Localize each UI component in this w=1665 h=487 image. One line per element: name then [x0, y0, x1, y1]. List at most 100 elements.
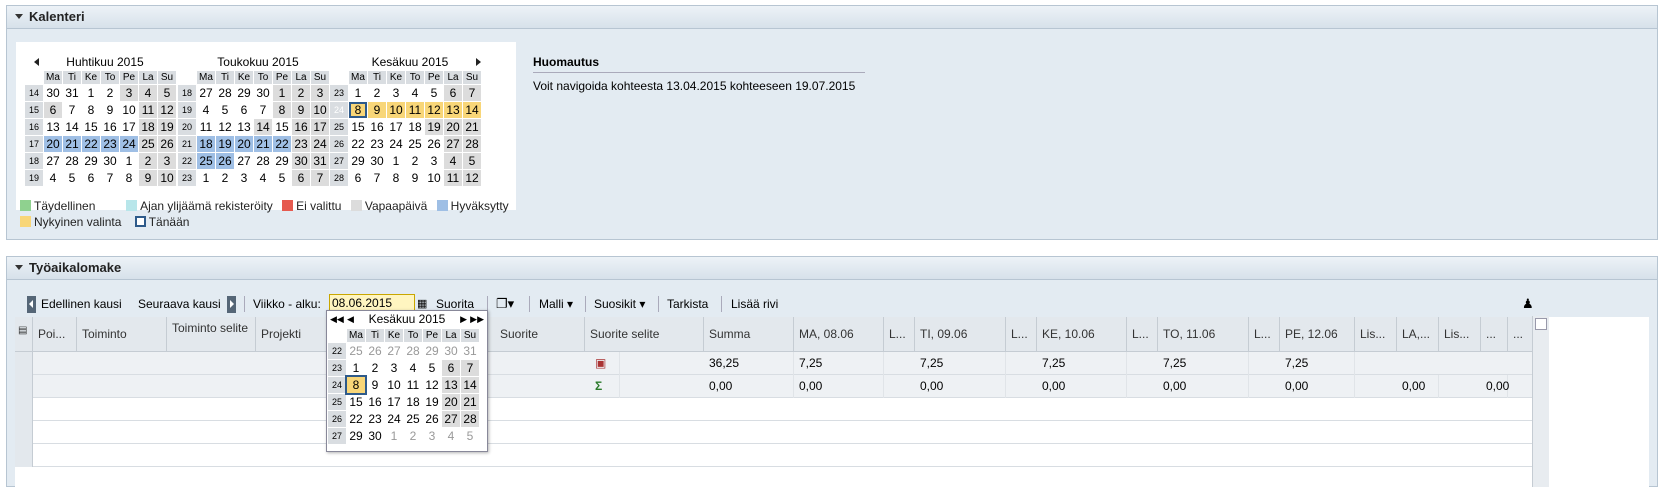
calendar-day[interactable]: 17 [387, 119, 405, 135]
calendar-day[interactable]: 27 [444, 136, 462, 152]
calendar-day[interactable]: 6 [82, 170, 100, 186]
day-cell[interactable]: 0,00 [794, 375, 884, 398]
day-cell[interactable]: 0,00 [1280, 375, 1355, 398]
week-number[interactable]: 22 [178, 153, 196, 169]
calendar-day[interactable]: 11 [139, 102, 157, 118]
copy-icon[interactable]: ❐▾ [496, 291, 514, 317]
calendar-day[interactable]: 10 [425, 170, 443, 186]
calendar-day[interactable]: 30 [368, 153, 386, 169]
calendar-day[interactable]: 27 [197, 85, 215, 101]
calendar-day[interactable]: 20 [44, 136, 62, 152]
calendar-day[interactable]: 9 [406, 170, 424, 186]
calendar-day[interactable]: 2 [101, 85, 119, 101]
calendar-day[interactable]: 19 [425, 119, 443, 135]
col-header[interactable]: ... [1508, 317, 1535, 352]
week-number[interactable]: 22 [328, 343, 346, 359]
calendar-day[interactable]: 6 [44, 102, 62, 118]
calendar-day[interactable]: 26 [425, 136, 443, 152]
calendar-day[interactable]: 11 [444, 170, 462, 186]
table-row[interactable]: ▣ 36,25 7,25 7,25 7,25 7,25 7,25 [15, 352, 1535, 375]
day-cell[interactable]: 0,00 [915, 375, 1006, 398]
calendar-day[interactable]: 26 [423, 411, 441, 427]
calendar-day[interactable]: 21 [461, 394, 479, 410]
calendar-day[interactable]: 6 [235, 102, 253, 118]
week-number[interactable]: 23 [328, 360, 346, 376]
calendar-day[interactable]: 12 [158, 102, 176, 118]
calendar-day[interactable]: 28 [461, 411, 479, 427]
col-header[interactable]: Suorite selite [585, 317, 704, 352]
row-selector[interactable] [15, 375, 33, 398]
calendar-day[interactable]: 7 [461, 360, 479, 376]
calendar-day[interactable]: 13 [235, 119, 253, 135]
calendar-day[interactable]: 2 [292, 85, 310, 101]
calendar-day[interactable]: 29 [349, 153, 367, 169]
calendar-day[interactable]: 6 [292, 170, 310, 186]
calendar-day[interactable]: 25 [139, 136, 157, 152]
calendar-day[interactable]: 16 [292, 119, 310, 135]
next-period-button[interactable]: Seuraava kausi [138, 291, 221, 317]
calendar-day[interactable]: 29 [82, 153, 100, 169]
calendar-day[interactable]: 9 [101, 102, 119, 118]
week-number[interactable]: 23 [178, 170, 196, 186]
calendar-day[interactable]: 1 [197, 170, 215, 186]
col-header[interactable]: LA,... [1397, 317, 1439, 352]
calendar-day[interactable]: 10 [311, 102, 329, 118]
col-header[interactable]: MA, 08.06 [794, 317, 884, 352]
calendar-day[interactable]: 29 [273, 153, 291, 169]
calendar-day[interactable]: 4 [404, 360, 422, 376]
table-row[interactable] [15, 398, 1535, 421]
prev-month-icon[interactable]: ◀ [347, 311, 354, 328]
calendar-day[interactable]: 15 [347, 394, 365, 410]
col-header[interactable]: L... [1127, 317, 1158, 352]
col-header[interactable]: L... [1006, 317, 1037, 352]
calendar-day[interactable]: 1 [387, 153, 405, 169]
calendar-day[interactable]: 24 [311, 136, 329, 152]
calendar-day[interactable]: 16 [366, 394, 384, 410]
calendar-day[interactable]: 24 [120, 136, 138, 152]
row-selector[interactable] [15, 398, 33, 421]
calendar-day[interactable]: 26 [216, 153, 234, 169]
calendar-day[interactable]: 14 [254, 119, 272, 135]
calendar-day[interactable]: 8 [82, 102, 100, 118]
calendar-day[interactable]: 30 [254, 85, 272, 101]
day-cell[interactable]: 7,25 [915, 352, 1006, 375]
col-header[interactable]: Poi... [33, 317, 77, 352]
calendar-day[interactable]: 27 [235, 153, 253, 169]
week-number[interactable]: 25 [328, 394, 346, 410]
calendar-day[interactable]: 9 [139, 170, 157, 186]
day-cell[interactable]: 7,25 [1158, 352, 1249, 375]
calendar-day[interactable]: 18 [406, 119, 424, 135]
calendar-day[interactable]: 9 [292, 102, 310, 118]
calendar-day[interactable]: 18 [197, 136, 215, 152]
calendar-day[interactable]: 7 [63, 102, 81, 118]
calendar-day[interactable]: 9 [368, 102, 386, 118]
next-month-icon[interactable]: ▶ [460, 311, 467, 328]
week-number[interactable]: 15 [25, 102, 43, 118]
calendar-day[interactable]: 30 [101, 153, 119, 169]
col-header[interactable]: Toiminto selite [167, 317, 256, 352]
calendar-day[interactable]: 30 [442, 343, 460, 359]
calendar-day[interactable]: 19 [216, 136, 234, 152]
calendar-day[interactable]: 14 [63, 119, 81, 135]
calendar-day[interactable]: 27 [442, 411, 460, 427]
calendar-day[interactable]: 4 [444, 153, 462, 169]
week-number[interactable]: 24 [328, 377, 346, 393]
calendar-day[interactable]: 20 [235, 136, 253, 152]
calendar-day[interactable]: 28 [404, 343, 422, 359]
calendar-day[interactable]: 19 [423, 394, 441, 410]
col-header[interactable]: Summa [704, 317, 794, 352]
calendar-day[interactable]: 11 [404, 377, 422, 393]
week-number[interactable]: 16 [25, 119, 43, 135]
week-number[interactable]: 20 [178, 119, 196, 135]
calendar-day[interactable]: 16 [368, 119, 386, 135]
calendar-day[interactable]: 10 [120, 102, 138, 118]
template-button[interactable]: Malli ▾ [539, 291, 573, 317]
col-header[interactable]: TO, 11.06 [1158, 317, 1249, 352]
calendar-day[interactable]: 13 [44, 119, 62, 135]
calendar-day[interactable]: 10 [387, 102, 405, 118]
table-settings-icon[interactable]: ▤ [15, 317, 33, 352]
calendar-day[interactable]: 22 [273, 136, 291, 152]
prev-period-button[interactable]: Edellinen kausi [41, 291, 122, 317]
week-number[interactable]: 23 [330, 85, 348, 101]
calendar-day[interactable]: 7 [101, 170, 119, 186]
